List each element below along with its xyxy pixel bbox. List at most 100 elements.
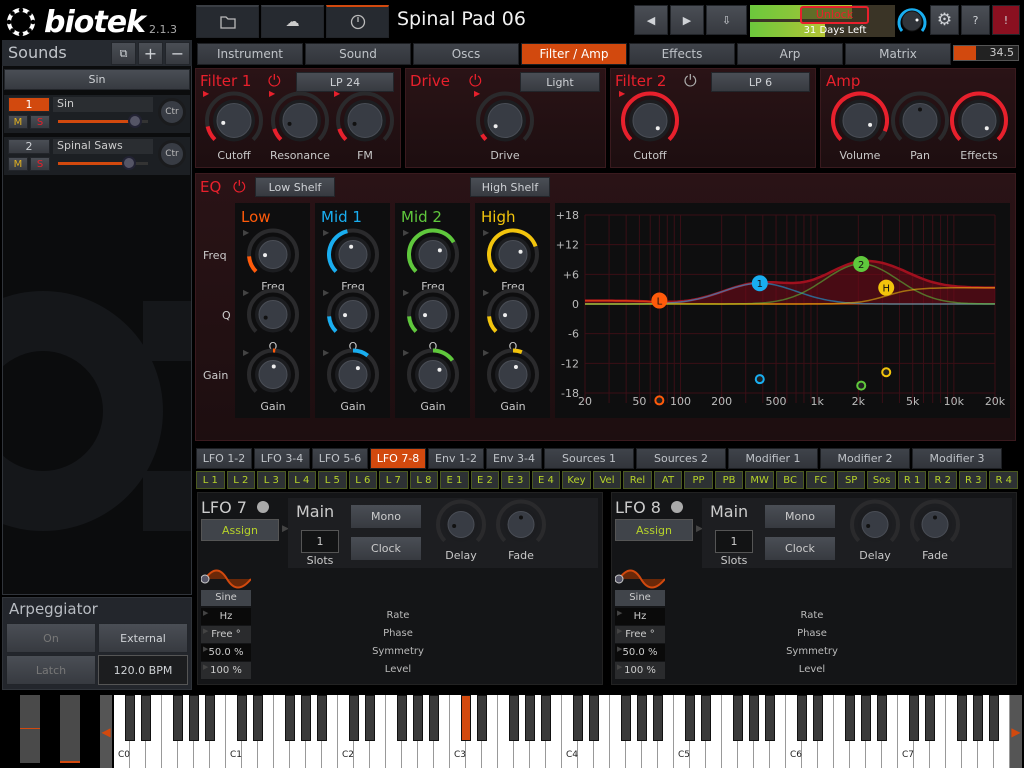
source-r-3[interactable]: R 3 [958, 471, 988, 489]
tab-modifier-2[interactable]: Modifier 2 [820, 448, 910, 469]
fade-knob[interactable] [910, 499, 960, 553]
black-key-d-0[interactable] [141, 695, 151, 741]
source-fc[interactable]: FC [806, 471, 835, 489]
source-at[interactable]: AT [653, 471, 683, 489]
black-key-g-0[interactable] [189, 695, 199, 741]
source-e-4[interactable]: E 4 [531, 471, 561, 489]
source-l-5[interactable]: L 5 [318, 471, 347, 489]
waveform-select[interactable]: Sine [615, 590, 665, 606]
arp-external-button[interactable]: External [98, 623, 188, 653]
slots-field[interactable]: 1 [301, 530, 339, 553]
lfo-param-value-phase[interactable]: Free ° [615, 626, 665, 643]
lfo-param-value-level[interactable]: 100 % [201, 662, 251, 679]
gain-knob[interactable] [327, 348, 379, 404]
slots-field[interactable]: 1 [715, 530, 753, 553]
clock-button[interactable]: Clock [351, 537, 421, 560]
lfo-active-indicator[interactable] [671, 501, 683, 513]
tab-modifier-1[interactable]: Modifier 1 [728, 448, 818, 469]
settings-button[interactable]: ⚙ [930, 5, 959, 35]
volume-knob[interactable] [831, 91, 889, 153]
eq-q-handle-1[interactable] [754, 374, 765, 385]
remove-sound-button[interactable]: − [165, 42, 190, 65]
gain-knob[interactable] [247, 348, 299, 404]
source-e-1[interactable]: E 1 [440, 471, 469, 489]
delay-knob[interactable] [850, 499, 900, 553]
freq-knob[interactable] [327, 228, 379, 284]
browser-tab-button[interactable] [196, 5, 259, 38]
sound-level-handle[interactable] [127, 114, 142, 128]
tab-lfo-3-4[interactable]: LFO 3-4 [254, 448, 310, 469]
drive-power-icon[interactable]: ⏻ [469, 71, 482, 91]
tab-lfo-5-6[interactable]: LFO 5-6 [312, 448, 368, 469]
source-sos[interactable]: Sos [867, 471, 896, 489]
tab-modifier-3[interactable]: Modifier 3 [912, 448, 1002, 469]
black-key-g-1[interactable] [301, 695, 311, 741]
source-key[interactable]: Key [562, 471, 591, 489]
source-bc[interactable]: BC [775, 471, 805, 489]
solo-button[interactable]: S [30, 157, 50, 171]
fm-knob[interactable] [336, 91, 394, 153]
lfo-param-value-symmetry[interactable]: 50.0 % [615, 644, 665, 661]
source-l-7[interactable]: L 7 [379, 471, 408, 489]
preset-name[interactable]: Spinal Pad 06 [392, 5, 632, 35]
assign-button[interactable]: Assign [615, 519, 693, 541]
source-sp[interactable]: SP [836, 471, 866, 489]
black-key-f-4[interactable] [621, 695, 631, 741]
pan-knob[interactable]: Ctr [158, 140, 186, 168]
tab-oscs[interactable]: Oscs [413, 43, 519, 65]
add-sound-button[interactable]: + [138, 42, 163, 65]
source-e-3[interactable]: E 3 [501, 471, 530, 489]
sound-level-handle[interactable] [122, 156, 137, 170]
lfo-param-value-rate[interactable]: Hz [615, 608, 665, 625]
eq-power-icon[interactable]: ⏻ [233, 177, 246, 197]
assign-button[interactable]: Assign [201, 519, 279, 541]
gain-knob[interactable] [487, 348, 539, 404]
lfo-param-value-rate[interactable]: Hz [201, 608, 251, 625]
black-key-a-4[interactable] [653, 695, 663, 741]
tab-lfo-1-2[interactable]: LFO 1-2 [196, 448, 252, 469]
sound-number-button[interactable]: 2 [8, 139, 50, 154]
freq-knob[interactable] [247, 228, 299, 284]
octave-up-button[interactable]: ▶ [1010, 695, 1022, 768]
black-key-d-2[interactable] [365, 695, 375, 741]
source-pp[interactable]: PP [684, 471, 713, 489]
fade-knob[interactable] [496, 499, 546, 553]
arp-on-button[interactable]: On [6, 623, 96, 653]
eq-q-handle-2[interactable] [856, 380, 867, 391]
lfo-active-indicator[interactable] [257, 501, 269, 513]
clock-button[interactable]: Clock [765, 537, 835, 560]
help-button[interactable]: ? [961, 5, 990, 35]
tab-env-1-2[interactable]: Env 1-2 [428, 448, 484, 469]
black-key-a-7[interactable] [989, 695, 999, 741]
mono-button[interactable]: Mono [765, 505, 835, 528]
duplicate-sound-button[interactable]: ⧉ [111, 42, 136, 65]
q-knob[interactable] [247, 288, 299, 344]
black-key-a-2[interactable] [429, 695, 439, 741]
q-knob[interactable] [487, 288, 539, 344]
tab-env-3-4[interactable]: Env 3-4 [486, 448, 542, 469]
pan-knob[interactable] [891, 91, 949, 153]
black-key-a-1[interactable] [317, 695, 327, 741]
cutoff-knob[interactable] [621, 91, 679, 153]
source-r-1[interactable]: R 1 [897, 471, 927, 489]
black-key-d-4[interactable] [589, 695, 599, 741]
source-l-1[interactable]: L 1 [196, 471, 225, 489]
freq-knob[interactable] [487, 228, 539, 284]
black-key-f-0[interactable] [173, 695, 183, 741]
black-key-c-2[interactable] [349, 695, 359, 741]
tab-sources-2[interactable]: Sources 2 [636, 448, 726, 469]
black-key-d-3[interactable] [477, 695, 487, 741]
master-volume-knob[interactable] [896, 5, 928, 37]
delay-knob[interactable] [436, 499, 486, 553]
tab-effects[interactable]: Effects [629, 43, 735, 65]
black-key-f-3[interactable] [509, 695, 519, 741]
solo-button[interactable]: S [30, 115, 50, 129]
black-key-g-3[interactable] [525, 695, 535, 741]
unlock-button[interactable]: Unlock [800, 6, 869, 24]
mono-button[interactable]: Mono [351, 505, 421, 528]
gain-knob[interactable] [407, 348, 459, 404]
filter2-type-select[interactable]: LP 6 [711, 72, 810, 92]
tab-sources-1[interactable]: Sources 1 [544, 448, 634, 469]
effects-knob[interactable] [950, 91, 1008, 153]
save-preset-button[interactable]: ⇩ [706, 5, 747, 35]
